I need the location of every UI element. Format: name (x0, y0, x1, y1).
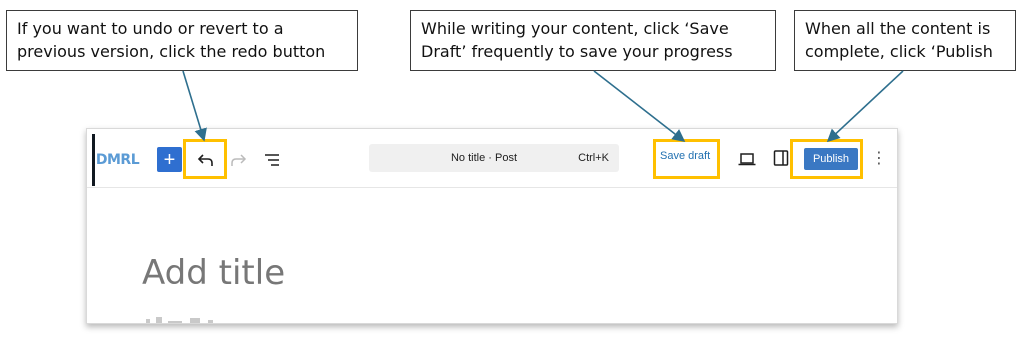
post-body-placeholder[interactable] (142, 313, 322, 323)
save-callout-line-1: While writing your content, click ‘Save (421, 19, 729, 38)
site-logo[interactable]: DMRL (92, 134, 140, 186)
undo-callout-line-2: previous version, click the redo button (17, 42, 326, 61)
options-menu-button[interactable]: ⋮ (871, 148, 887, 170)
publish-callout-line-1: When all the content is (805, 19, 991, 38)
command-palette-bar[interactable]: No title · Post Ctrl+K (369, 144, 619, 172)
publish-highlight (790, 139, 863, 179)
preview-button[interactable] (737, 149, 757, 169)
undo-callout: If you want to undo or revert to a previ… (6, 10, 358, 71)
save-callout-line-2: Draft’ frequently to save your progress (421, 42, 733, 61)
document-title: No title · Post (450, 152, 518, 164)
publish-callout: When all the content is complete, click … (794, 10, 1016, 71)
undo-callout-line-1: If you want to undo or revert to a (17, 19, 284, 38)
command-shortcut: Ctrl+K (578, 152, 609, 164)
save-draft-callout: While writing your content, click ‘Save … (410, 10, 776, 71)
redo-button[interactable] (227, 147, 249, 172)
settings-sidebar-toggle[interactable] (773, 149, 789, 167)
publish-callout-line-2: complete, click ‘Publish (805, 42, 993, 61)
save-draft-highlight (653, 139, 720, 179)
laptop-preview-icon (738, 153, 756, 166)
header-divider (87, 187, 897, 188)
sidebar-toggle-icon (773, 150, 789, 166)
list-view-button[interactable] (261, 147, 283, 172)
list-view-icon (265, 153, 279, 166)
add-block-button[interactable]: + (157, 147, 182, 172)
undo-highlight (183, 139, 227, 179)
redo-icon (231, 153, 247, 166)
post-title-input[interactable]: Add title (142, 253, 285, 293)
